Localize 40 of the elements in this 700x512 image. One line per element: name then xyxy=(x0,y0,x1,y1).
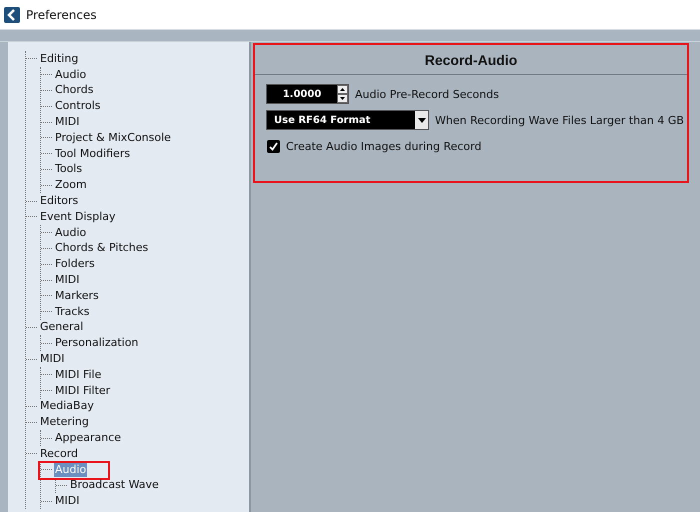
format-dropdown[interactable]: Use RF64 Format xyxy=(266,110,429,130)
file-size-label: When Recording Wave Files Larger than 4 GB xyxy=(435,114,684,126)
panel-title: Record-Audio xyxy=(424,52,518,68)
number-spinner[interactable]: 1.0000 xyxy=(266,84,349,104)
tree-item[interactable]: Editors xyxy=(39,194,80,208)
tree-item[interactable]: MIDI Filter xyxy=(54,384,112,398)
tree-item[interactable]: Folders xyxy=(54,257,96,272)
tree-item[interactable]: Record xyxy=(39,446,80,461)
pre-record-label: Audio Pre-Record Seconds xyxy=(355,88,499,100)
checkbox[interactable] xyxy=(267,140,280,152)
tree-item[interactable]: MIDI xyxy=(54,273,80,288)
tree-item[interactable]: Controls xyxy=(54,99,102,114)
tree-item[interactable]: Markers xyxy=(54,288,100,303)
tree-item[interactable]: MIDI xyxy=(54,115,80,130)
tree-item[interactable]: MediaBay xyxy=(39,399,95,414)
tree-item[interactable]: Tools xyxy=(54,162,84,176)
tree-item[interactable]: Broadcast Wave xyxy=(69,478,160,492)
tree-item[interactable]: Metering xyxy=(39,415,90,430)
tree-item[interactable]: MIDI xyxy=(39,352,66,366)
tree-item[interactable]: Tracks xyxy=(54,304,91,319)
tree-item[interactable]: Editing xyxy=(39,52,80,66)
tree-item[interactable]: Chords xyxy=(54,83,94,98)
highlight-frame xyxy=(38,460,110,480)
checkbox-label: Create Audio Images during Record xyxy=(286,140,482,152)
caret-icon xyxy=(418,118,426,122)
tree-item[interactable]: MIDI xyxy=(54,494,80,508)
tree-item[interactable]: Appearance xyxy=(54,431,122,446)
tree-item[interactable]: General xyxy=(39,320,84,334)
tree-item[interactable]: Audio xyxy=(54,68,88,82)
tree-item[interactable]: Chords & Pitches xyxy=(54,241,150,256)
tree-item[interactable]: Event Display xyxy=(39,210,117,224)
tree-item[interactable]: Zoom xyxy=(54,178,88,192)
tree-item[interactable]: Project & MixConsole xyxy=(54,130,172,145)
spinner-arrows-icon[interactable] xyxy=(337,85,348,103)
tree-item[interactable]: MIDI File xyxy=(54,368,102,382)
tree-item[interactable]: Audio xyxy=(54,226,88,240)
tree-item[interactable]: Personalization xyxy=(54,336,140,350)
app-logo-icon xyxy=(4,6,20,22)
window-title: Preferences xyxy=(26,8,97,22)
tree-item[interactable]: Tool Modifiers xyxy=(54,146,132,161)
